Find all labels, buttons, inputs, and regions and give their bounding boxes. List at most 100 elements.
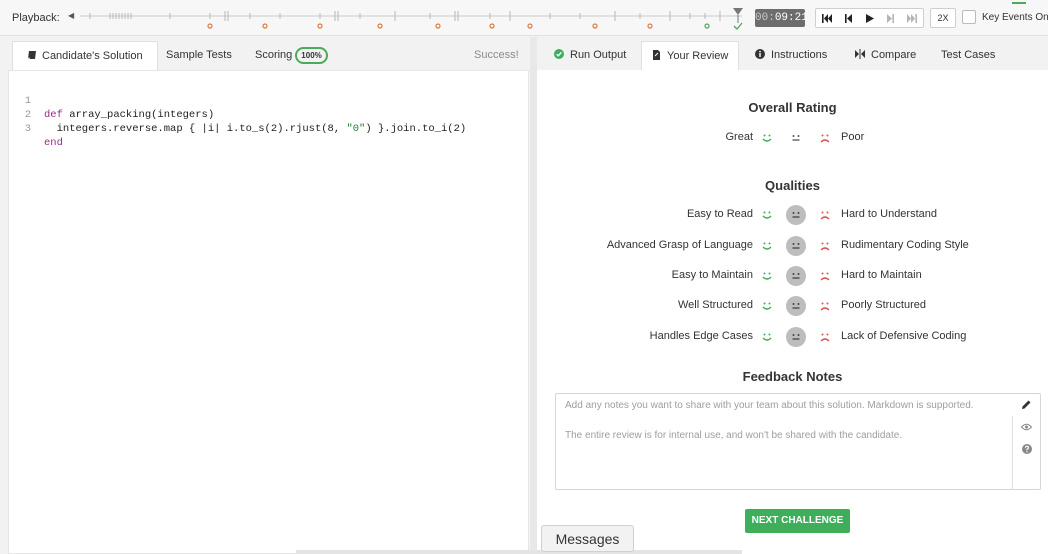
sad-face-icon[interactable] xyxy=(815,205,835,225)
sad-face-icon[interactable] xyxy=(815,327,835,347)
feedback-notes-textarea[interactable]: Add any notes you want to share with you… xyxy=(555,393,1041,490)
next-challenge-button[interactable]: NEXT CHALLENGE xyxy=(745,509,850,533)
quality-left-label: Advanced Grasp of Language xyxy=(606,239,753,251)
review-panel: Overall Rating Great Poor Qualities Easy… xyxy=(537,70,1048,554)
playback-label: Playback: xyxy=(12,12,60,24)
neutral-face-icon[interactable] xyxy=(786,236,806,256)
playback-timeline[interactable] xyxy=(80,5,750,33)
quality-row: Advanced Grasp of Language Rudimentary C… xyxy=(537,235,1048,257)
time-value: 09:21 xyxy=(774,12,808,24)
tab-label: Instructions xyxy=(771,49,828,61)
help-icon[interactable] xyxy=(1022,444,1032,457)
code-line: 1 def array_packing(integers) xyxy=(9,80,214,121)
sad-face-icon[interactable] xyxy=(815,236,835,256)
score-badge: 100% xyxy=(295,46,328,64)
quality-row: Well Structured Poorly Structured xyxy=(537,295,1048,317)
key-events-label: Key Events Only xyxy=(982,12,1048,23)
code-text: end xyxy=(44,137,63,149)
overall-rating-row: Great Poor xyxy=(537,127,1048,149)
notes-placeholder: Add any notes you want to share with you… xyxy=(565,400,974,411)
quality-left-label: Handles Edge Cases xyxy=(649,330,753,342)
code-text: integers.reverse.map { |i| i.to_s(2).rju… xyxy=(44,123,467,135)
pane-divider[interactable] xyxy=(530,37,537,554)
quality-row: Handles Edge Cases Lack of Defensive Cod… xyxy=(537,326,1048,348)
document-icon xyxy=(27,43,37,72)
step-forward-icon[interactable] xyxy=(880,9,901,27)
happy-face-icon[interactable] xyxy=(757,327,777,347)
rating-faces xyxy=(757,235,835,257)
info-icon xyxy=(755,42,765,71)
messages-button[interactable]: Messages xyxy=(541,525,634,552)
tab-label: Compare xyxy=(871,49,917,61)
code-text: def array_packing(integers) xyxy=(44,109,215,121)
sad-face-icon[interactable] xyxy=(815,128,835,148)
neutral-face-icon[interactable] xyxy=(786,205,806,225)
tab-compare[interactable]: Compare xyxy=(855,41,916,70)
caret-left-icon[interactable]: ◀ xyxy=(68,11,74,20)
rating-faces xyxy=(757,326,835,348)
happy-face-icon[interactable] xyxy=(757,128,777,148)
speed-button[interactable]: 2X xyxy=(930,8,956,28)
skip-start-icon[interactable] xyxy=(816,9,837,27)
quality-right-label: Lack of Defensive Coding xyxy=(841,330,967,342)
status-text: Success! xyxy=(474,49,519,61)
rating-left-label: Great xyxy=(725,131,753,143)
quality-right-label: Rudimentary Coding Style xyxy=(841,239,969,251)
skip-end-icon[interactable] xyxy=(902,9,923,27)
tab-label: Your Review xyxy=(667,50,729,62)
pencil-icon[interactable] xyxy=(1021,399,1032,413)
qualities-title: Qualities xyxy=(765,178,820,193)
step-back-icon[interactable] xyxy=(837,9,858,27)
quality-left-label: Well Structured xyxy=(678,299,753,311)
neutral-face-icon[interactable] xyxy=(786,128,806,148)
tab-scoring[interactable]: Scoring 100% xyxy=(255,41,328,70)
review-icon xyxy=(652,43,661,72)
time-hours: 00: xyxy=(755,12,775,24)
sad-face-icon[interactable] xyxy=(815,266,835,286)
tab-run-output[interactable]: Run Output xyxy=(554,41,626,70)
eye-icon[interactable] xyxy=(1020,422,1033,434)
neutral-face-icon[interactable] xyxy=(786,327,806,347)
tab-label: Candidate's Solution xyxy=(42,50,143,62)
status-indicator xyxy=(1012,0,1026,4)
rating-faces xyxy=(757,295,835,317)
playback-controls xyxy=(815,8,924,28)
notes-hint: The entire review is for internal use, a… xyxy=(565,430,903,441)
key-events-checkbox[interactable] xyxy=(962,10,976,24)
quality-row: Easy to Maintain Hard to Maintain xyxy=(537,265,1048,287)
happy-face-icon[interactable] xyxy=(757,205,777,225)
quality-right-label: Hard to Maintain xyxy=(841,269,922,281)
happy-face-icon[interactable] xyxy=(757,296,777,316)
tab-label: Run Output xyxy=(570,49,627,61)
quality-right-label: Poorly Structured xyxy=(841,299,926,311)
happy-face-icon[interactable] xyxy=(757,236,777,256)
messages-dock xyxy=(296,550,742,554)
tab-test-cases[interactable]: Test Cases xyxy=(941,41,995,70)
neutral-face-icon[interactable] xyxy=(786,296,806,316)
tab-sample-tests[interactable]: Sample Tests xyxy=(166,41,232,70)
rating-faces xyxy=(757,127,835,149)
tab-label: Scoring xyxy=(255,49,293,61)
check-circle-icon xyxy=(554,42,564,71)
happy-face-icon[interactable] xyxy=(757,266,777,286)
sad-face-icon[interactable] xyxy=(815,296,835,316)
neutral-face-icon[interactable] xyxy=(786,266,806,286)
play-icon[interactable] xyxy=(859,9,880,27)
time-display: 00:09:21 xyxy=(755,9,808,27)
compare-icon xyxy=(855,42,865,71)
rating-faces xyxy=(757,204,835,226)
code-line: 2 integers.reverse.map { |i| i.to_s(2).r… xyxy=(9,94,467,135)
rating-faces xyxy=(757,265,835,287)
right-tab-bar: Run Output Your Review Instructions Comp… xyxy=(537,37,1048,70)
quality-left-label: Easy to Maintain xyxy=(671,269,753,281)
line-number: 3 xyxy=(24,123,31,135)
playback-bar: Playback: ◀ 00:09:21 2X Key Events On xyxy=(0,0,1048,36)
quality-left-label: Easy to Read xyxy=(686,208,753,220)
code-editor[interactable]: 1 def array_packing(integers) 2 integers… xyxy=(8,70,529,554)
code-line: 3 end xyxy=(9,108,63,149)
tab-instructions[interactable]: Instructions xyxy=(755,41,827,70)
tab-your-review[interactable]: Your Review xyxy=(641,41,740,72)
left-tab-bar: Candidate's Solution Sample Tests Scorin… xyxy=(0,37,530,70)
tab-candidates-solution[interactable]: Candidate's Solution xyxy=(12,41,158,70)
quality-row: Easy to Read Hard to Understand xyxy=(537,204,1048,226)
